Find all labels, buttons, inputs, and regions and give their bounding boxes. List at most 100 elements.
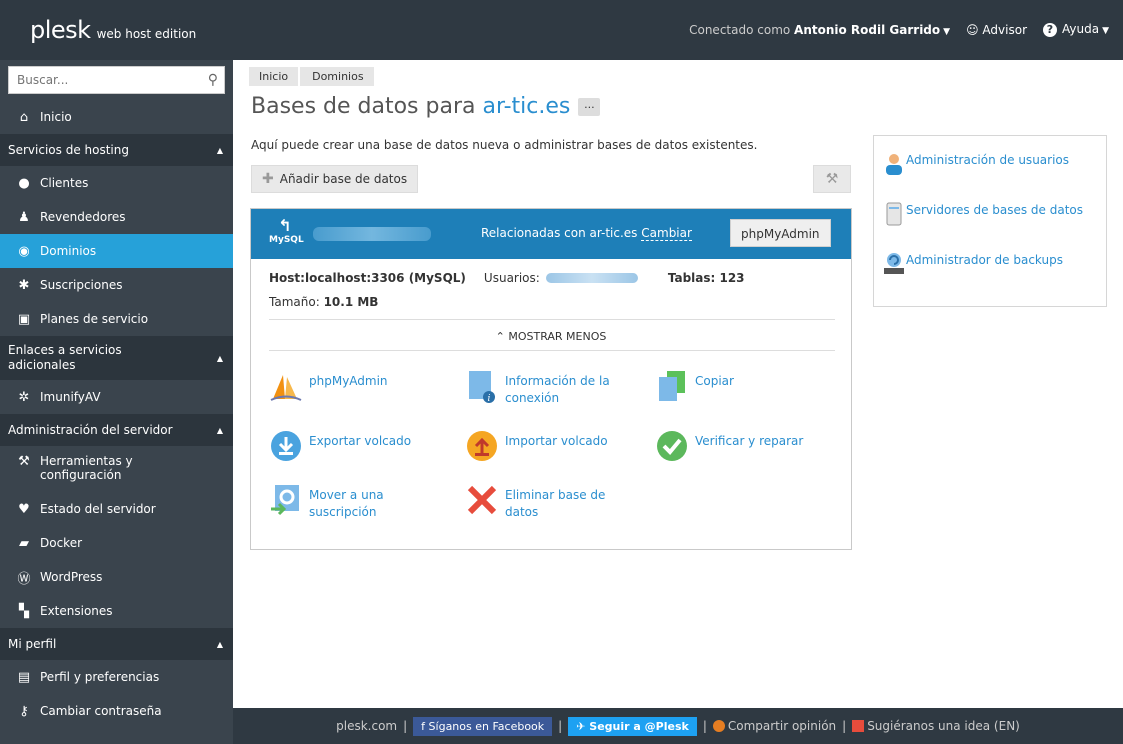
phpmyadmin-icon (269, 369, 303, 403)
sidebar-item-wordpress[interactable]: Ⓦ WordPress (0, 560, 233, 594)
action-connection-info[interactable]: i Información de la conexión (465, 369, 645, 407)
tools-panel: Administración de usuarios Servidores de… (873, 135, 1107, 307)
plesk-logo[interactable]: plesk web host edition (30, 16, 196, 44)
group-server[interactable]: Administración del servidor ▲ (0, 414, 233, 446)
sidebar-item-status[interactable]: ♥ Estado del servidor (0, 492, 233, 526)
breadcrumb-home[interactable]: Inicio (249, 67, 299, 86)
dolphin-icon: ↰ (278, 216, 292, 235)
more-button[interactable]: ... (578, 97, 601, 116)
search-icon[interactable]: ⚲ (208, 72, 218, 88)
action-label: Mover a una suscripción (309, 488, 384, 519)
page-title-text: Bases de datos para (251, 94, 476, 119)
tools-icon: ⚒ (18, 454, 30, 469)
sidebar-item-imunify[interactable]: ✲ ImunifyAV (0, 380, 233, 414)
page-description: Aquí puede crear una base de datos nueva… (251, 138, 758, 152)
sidebar: ⚲ ⌂ Inicio Servicios de hosting ▲ ● Clie… (0, 60, 233, 744)
sidebar-item-label: Inicio (40, 110, 72, 124)
group-links[interactable]: Enlaces a servicios adicionales ▲ (0, 336, 233, 380)
help-menu[interactable]: ? Ayuda ▼ (1043, 22, 1109, 37)
feedback-icon (712, 720, 725, 732)
mysql-label: MySQL (269, 235, 304, 245)
profile-icon: ▤ (17, 669, 31, 685)
delete-icon (465, 483, 499, 517)
group-label: Servicios de hosting (8, 143, 129, 157)
action-phpmyadmin[interactable]: phpMyAdmin (269, 369, 449, 403)
sidebar-item-label: Revendedores (40, 210, 126, 224)
idea-link[interactable]: Sugiéranos una idea (EN) (852, 719, 1020, 733)
key-icon: ⚷ (19, 703, 29, 719)
users-admin-link[interactable]: Administración de usuarios (906, 152, 1086, 169)
action-move[interactable]: Mover a una suscripción (269, 483, 449, 521)
feedback-link[interactable]: Compartir opinión (712, 719, 836, 733)
sidebar-item-label: Clientes (40, 176, 89, 190)
sidebar-item-label: ImunifyAV (40, 390, 101, 404)
add-database-label: Añadir base de datos (279, 172, 408, 186)
search-input[interactable] (9, 67, 224, 93)
sidebar-item-extensions[interactable]: ▚ Extensiones (0, 594, 233, 628)
plesk-site-link[interactable]: plesk.com (336, 719, 397, 733)
size-info: Tamaño: 10.1 MB (269, 295, 378, 309)
collapse-icon: ▲ (216, 425, 223, 435)
account-menu[interactable]: Conectado como Antonio Rodil Garrido ▼ (689, 23, 950, 37)
action-copy[interactable]: Copiar (655, 369, 815, 403)
action-export[interactable]: Exportar volcado (269, 429, 449, 463)
sidebar-item-label: Docker (40, 536, 83, 550)
sidebar-item-home[interactable]: ⌂ Inicio (0, 100, 233, 134)
database-name-blurred[interactable] (313, 227, 431, 241)
group-hosting[interactable]: Servicios de hosting ▲ (0, 134, 233, 166)
twitter-button[interactable]: ✈ Seguir a @Plesk (568, 716, 697, 736)
sidebar-item-subscriptions[interactable]: ✱ Suscripciones (0, 268, 233, 302)
caret-down-icon: ▼ (943, 26, 951, 37)
sidebar-item-preferences[interactable]: ▤ Perfil y preferencias (0, 660, 233, 694)
action-label: Exportar volcado (309, 434, 412, 448)
action-check-repair[interactable]: Verificar y reparar (655, 429, 845, 463)
sidebar-item-docker[interactable]: ▰ Docker (0, 526, 233, 560)
group-profile[interactable]: Mi perfil ▲ (0, 628, 233, 660)
help-label: Ayuda (1062, 22, 1100, 36)
advisor-link[interactable]: ☺ Advisor (966, 23, 1027, 37)
related-label: Relacionadas con ar-tic.es (481, 226, 638, 240)
sidebar-item-label: Suscripciones (40, 278, 123, 292)
backup-admin-link[interactable]: Administrador de backups (906, 252, 1086, 269)
mysql-logo-icon: ↰ MySQL (269, 216, 304, 249)
brand-name: plesk (30, 16, 91, 44)
page-title: Bases de datos para ar-tic.es ... (251, 94, 601, 119)
sidebar-item-label: Perfil y preferencias (40, 670, 160, 684)
change-link[interactable]: Cambiar (641, 226, 692, 241)
connected-label: Conectado como (689, 22, 791, 37)
footer: plesk.com | f Síganos en Facebook | ✈ Se… (233, 708, 1123, 744)
collapse-icon: ▲ (216, 353, 223, 363)
gear-icon: ✱ (18, 277, 30, 293)
action-import[interactable]: Importar volcado (465, 429, 645, 463)
page-title-domain[interactable]: ar-tic.es (482, 94, 570, 119)
help-icon: ? (1043, 23, 1057, 37)
sidebar-item-label: Planes de servicio (40, 312, 149, 326)
add-database-button[interactable]: ✚ Añadir base de datos (251, 165, 419, 193)
users-value-blurred[interactable] (545, 273, 638, 283)
advisor-label: Advisor (982, 22, 1027, 37)
sidebar-item-tools[interactable]: ⚒ Herramientas y configuración (0, 446, 233, 492)
sidebar-item-password[interactable]: ⚷ Cambiar contraseña (0, 694, 233, 728)
main-content: Inicio Dominios Bases de datos para ar-t… (233, 60, 1123, 708)
breadcrumb-domains[interactable]: Dominios (300, 67, 374, 86)
wordpress-icon: Ⓦ (17, 571, 31, 587)
show-less-toggle[interactable]: ⌃ MOSTRAR MENOS (251, 330, 851, 343)
tables-info: Tablas: 123 (667, 271, 745, 285)
sidebar-item-domains[interactable]: ◉ Dominios (0, 234, 233, 268)
sidebar-item-label: Herramientas y configuración (40, 454, 133, 482)
twitter-label: Seguir a @Plesk (589, 719, 689, 733)
footer-separator: | (403, 719, 408, 733)
sidebar-item-resellers[interactable]: ♟ Revendedores (0, 200, 233, 234)
sidebar-item-clients[interactable]: ● Clientes (0, 166, 233, 200)
idea-label: Sugiéranos una idea (EN) (867, 719, 1020, 733)
phpmyadmin-button[interactable]: phpMyAdmin (730, 219, 831, 247)
action-delete[interactable]: Eliminar base de datos (465, 483, 645, 521)
group-label: Administración del servidor (8, 423, 173, 437)
users-label: Usuarios: (483, 271, 540, 285)
sidebar-item-plans[interactable]: ▣ Planes de servicio (0, 302, 233, 336)
db-servers-link[interactable]: Servidores de bases de datos (906, 202, 1086, 219)
divider (269, 350, 835, 351)
tools-button[interactable]: ⚒ (813, 165, 851, 193)
facebook-button[interactable]: f Síganos en Facebook (413, 716, 553, 736)
sidebar-item-label: Estado del servidor (40, 502, 156, 516)
